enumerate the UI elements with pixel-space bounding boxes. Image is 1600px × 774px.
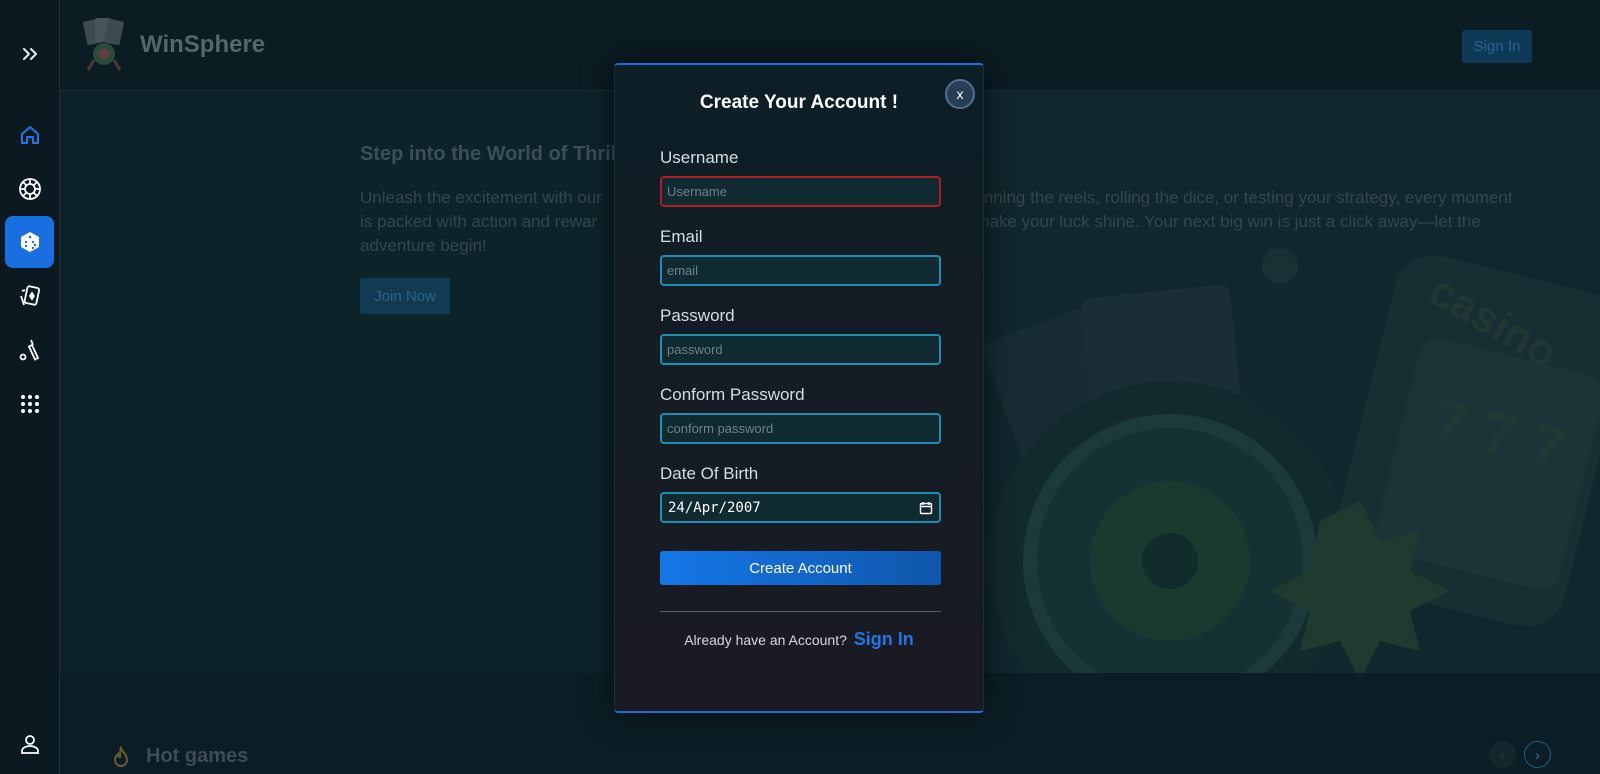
cards-icon: [19, 285, 40, 306]
sidebar-item-roulette[interactable]: [5, 163, 54, 215]
hero-line: nake your luck shine. Your next big win …: [980, 212, 1481, 231]
password-label: Password: [660, 306, 735, 325]
modal-title: Create Your Account !: [699, 92, 899, 113]
header-signin-button[interactable]: Sign In: [1462, 30, 1532, 63]
sidebar-item-profile[interactable]: [5, 718, 54, 770]
hot-games-title: Hot games: [146, 745, 249, 767]
carousel-next-button[interactable]: ›: [1524, 741, 1551, 768]
user-icon: [20, 735, 39, 754]
sidebar-item-cricket[interactable]: [5, 324, 54, 376]
grid-icon: [20, 395, 39, 413]
dob-label: Date Of Birth: [660, 464, 759, 483]
password-input[interactable]: [660, 334, 941, 365]
casino-illustration: 7 7 7 casino: [980, 91, 1600, 673]
roulette-icon: [18, 178, 41, 200]
sidebar-item-more[interactable]: [5, 378, 54, 430]
dob-input[interactable]: 24/Apr/2007: [660, 492, 941, 523]
logo-icon: [83, 18, 124, 71]
brand-name: WinSphere: [140, 31, 266, 58]
join-now-button[interactable]: Join Now: [360, 278, 450, 314]
username-input[interactable]: [660, 176, 941, 207]
sidebar-item-home[interactable]: [5, 109, 54, 161]
confirm-password-input[interactable]: [660, 413, 941, 444]
create-account-button[interactable]: Create Account: [660, 551, 941, 585]
signin-prompt-row: Already have an Account? Sign In: [615, 629, 983, 650]
sidebar-item-cards[interactable]: [5, 270, 54, 322]
expand-sidebar-button[interactable]: [5, 28, 54, 80]
signin-link[interactable]: Sign In: [854, 629, 914, 649]
dice-icon: [20, 232, 39, 252]
confirm-password-label: Conform Password: [660, 385, 805, 404]
sidebar-item-dice[interactable]: [5, 216, 54, 268]
home-icon: [20, 126, 39, 144]
username-label: Username: [660, 148, 739, 167]
chevron-right-icon: ›: [1535, 746, 1540, 763]
calendar-icon[interactable]: [919, 501, 933, 515]
hero-text-right: inning the reels, rolling the dice, or t…: [980, 186, 1600, 234]
dob-value: 24/Apr/2007: [668, 499, 761, 516]
chevron-left-icon: ‹: [1500, 746, 1505, 763]
cricket-icon: [19, 339, 39, 361]
carousel-prev-button[interactable]: ‹: [1489, 741, 1516, 768]
email-input[interactable]: [660, 255, 941, 286]
create-account-modal: x Create Your Account ! Username Email P…: [614, 63, 984, 713]
hero-line: inning the reels, rolling the dice, or t…: [980, 188, 1513, 207]
double-chevron-right-icon: [22, 48, 37, 60]
divider: [660, 611, 941, 612]
sidebar: [0, 0, 60, 774]
signin-prompt-text: Already have an Account?: [684, 632, 847, 648]
fire-icon: [113, 746, 129, 767]
email-label: Email: [660, 227, 703, 246]
